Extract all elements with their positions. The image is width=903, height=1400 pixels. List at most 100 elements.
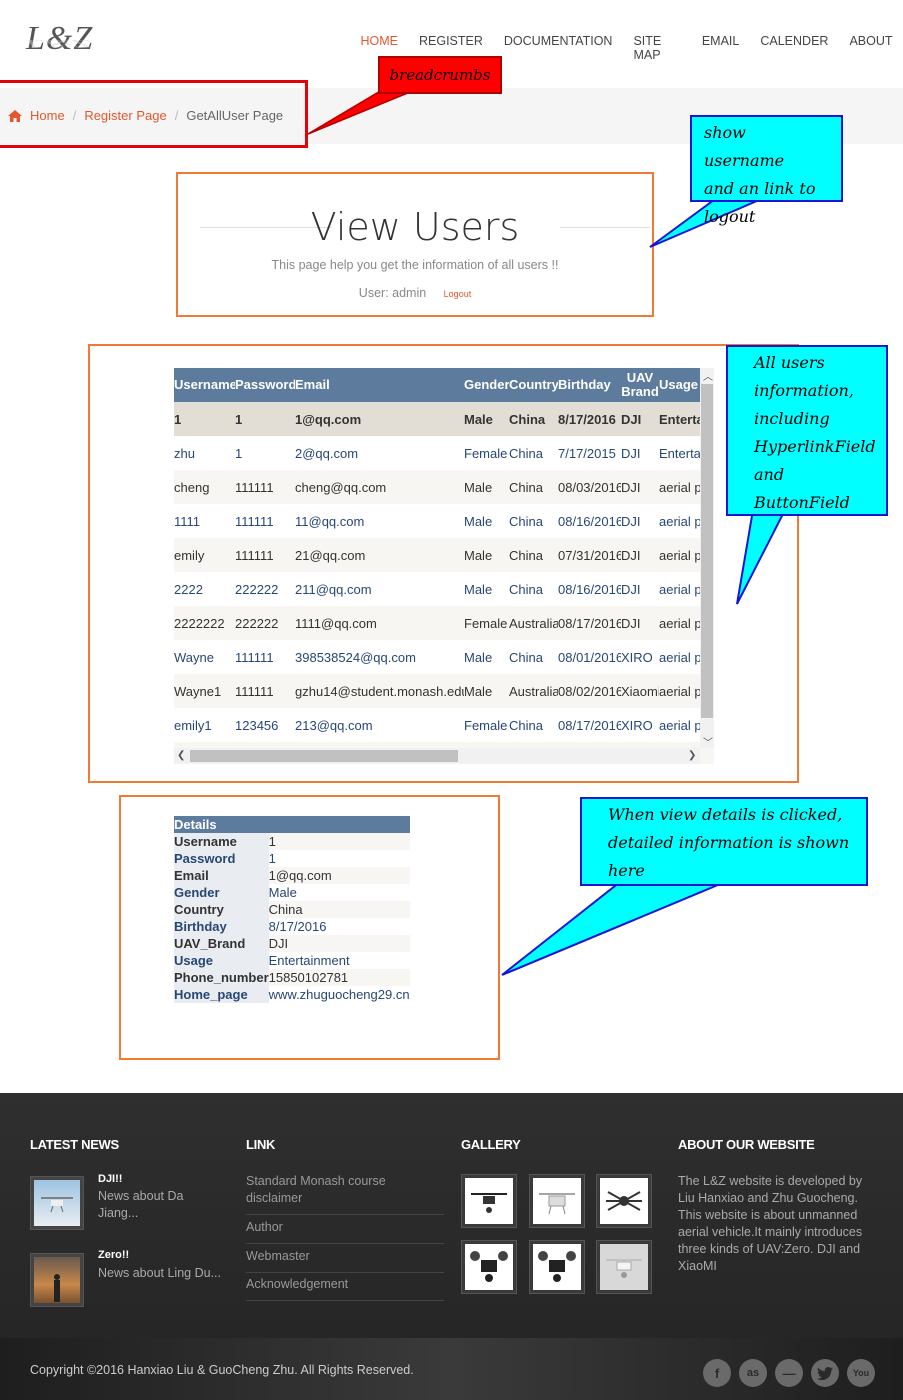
- nav-site-map[interactable]: SITE MAP: [623, 34, 691, 62]
- cell-email[interactable]: 213@qq.com: [295, 708, 464, 742]
- cell-username[interactable]: emily1: [174, 708, 235, 742]
- table-row[interactable]: 111@qq.comMaleChina8/17/2016DJIEntertain…: [174, 402, 714, 436]
- cell-password: 1: [235, 436, 295, 470]
- cell-email[interactable]: 1@qq.com: [295, 402, 464, 436]
- site-logo[interactable]: L&Z L&Z: [26, 20, 116, 70]
- grid-horizontal-scroll-thumb[interactable]: [190, 750, 458, 762]
- grid-header-email[interactable]: Email: [295, 368, 464, 402]
- cell-email[interactable]: 1111@qq.com: [295, 606, 464, 640]
- footer-link-disclaimer[interactable]: Standard Monash course disclaimer: [246, 1173, 444, 1215]
- cell-uav-brand: DJI: [621, 606, 659, 640]
- grid-header-username[interactable]: Username: [174, 368, 235, 402]
- users-grid: Username Password Email Gender Country B…: [174, 368, 714, 764]
- details-field-label: Country: [174, 901, 269, 918]
- cell-country: China: [509, 572, 558, 606]
- table-row[interactable]: emily1 123456 213@qq.com Female China 08/17/2…: [174, 708, 714, 742]
- drone-icon: [606, 1259, 642, 1278]
- table-row[interactable]: Wayne1 111111 gzhu14@student.monash.edu Mal…: [174, 674, 714, 708]
- grid-header-country[interactable]: Country: [509, 368, 558, 402]
- grid-body: 111@qq.comMaleChina8/17/2016DJIEntertain…: [174, 402, 714, 764]
- users-callout-line: HyperlinkField: [754, 437, 876, 456]
- news-thumbnail-zero[interactable]: [30, 1253, 84, 1307]
- scroll-left-arrow[interactable]: ❮: [177, 750, 185, 761]
- cell-username[interactable]: 1111: [174, 504, 235, 538]
- details-callout-line: When view details is clicked,: [608, 805, 843, 824]
- details-row: Email 1@qq.com: [174, 867, 410, 884]
- gallery-thumb[interactable]: [529, 1240, 585, 1294]
- cell-email[interactable]: 21@qq.com: [295, 538, 464, 572]
- cell-uav-brand: DJI: [621, 470, 659, 504]
- footer-link-author[interactable]: Author: [246, 1219, 444, 1244]
- footer-link-acknowledgement[interactable]: Acknowledgement: [246, 1276, 444, 1301]
- details-field-label: UAV_Brand: [174, 935, 269, 952]
- table-row[interactable]: emily 111111 21@qq.com Male China 07/31/2016 D…: [174, 538, 714, 572]
- cell-password: 222222: [235, 606, 295, 640]
- gallery-thumb[interactable]: [596, 1174, 652, 1228]
- cell-email[interactable]: cheng@qq.com: [295, 470, 464, 504]
- drone-icon: [539, 1193, 575, 1215]
- table-row[interactable]: cheng 111111 cheng@qq.com Male China 08/03/20…: [174, 470, 714, 504]
- drone-icon: [41, 1197, 73, 1213]
- flickr-icon[interactable]: —: [775, 1359, 803, 1387]
- gallery-thumb[interactable]: [461, 1174, 517, 1228]
- scroll-up-arrow[interactable]: ︿: [703, 368, 713, 383]
- cell-username[interactable]: 2222: [174, 572, 235, 606]
- table-row[interactable]: 2222 222222 211@qq.com Male China 08/16/2016 D…: [174, 572, 714, 606]
- gallery-thumb[interactable]: [596, 1240, 652, 1294]
- cell-email[interactable]: 11@qq.com: [295, 504, 464, 538]
- users-grid-viewport[interactable]: Username Password Email Gender Country B…: [174, 368, 714, 764]
- grid-header-password[interactable]: Password: [235, 368, 295, 402]
- nav-calender[interactable]: CALENDER: [750, 34, 839, 62]
- cell-email[interactable]: 2@qq.com: [295, 436, 464, 470]
- cell-email[interactable]: 211@qq.com: [295, 572, 464, 606]
- nav-about[interactable]: ABOUT: [839, 34, 903, 62]
- scroll-right-arrow[interactable]: ❯: [688, 750, 696, 761]
- grid-header-birthday[interactable]: Birthday: [558, 368, 621, 402]
- gallery-thumb[interactable]: [529, 1174, 585, 1228]
- cell-username[interactable]: 2222222: [174, 606, 235, 640]
- grid-vertical-scroll-thumb[interactable]: [701, 384, 713, 718]
- lastfm-icon[interactable]: as: [739, 1359, 767, 1387]
- cell-username[interactable]: 1: [174, 402, 235, 436]
- nav-email[interactable]: EMAIL: [691, 34, 750, 62]
- table-row[interactable]: zhu 1 2@qq.com Female China 7/17/2015 DJI Enter…: [174, 436, 714, 470]
- cell-username[interactable]: Wayne1: [174, 674, 235, 708]
- cell-country: Australia: [509, 606, 558, 640]
- cell-uav-brand: DJI: [621, 538, 659, 572]
- table-row[interactable]: 2222222 222222 1111@qq.com Female Australia 0…: [174, 606, 714, 640]
- news-title[interactable]: DJI!!: [98, 1173, 122, 1185]
- footer-link-webmaster[interactable]: Webmaster: [246, 1248, 444, 1273]
- page-subtitle: This page help you get the information o…: [271, 258, 559, 272]
- facebook-icon[interactable]: f: [703, 1359, 731, 1387]
- scroll-down-arrow[interactable]: ﹀: [703, 734, 713, 749]
- logout-link[interactable]: Logout: [444, 289, 472, 299]
- youtube-icon[interactable]: You: [847, 1359, 875, 1387]
- cell-birthday: 08/01/2016: [558, 640, 621, 674]
- nav-documentation[interactable]: DOCUMENTATION: [493, 34, 623, 62]
- details-field-value: Entertainment: [268, 952, 410, 969]
- cell-gender: Male: [464, 402, 509, 436]
- table-row[interactable]: 1111 111111 11@qq.com Male China 08/16/2016 DJ…: [174, 504, 714, 538]
- table-row[interactable]: Wayne 111111 398538524@qq.com Male China 08/0…: [174, 640, 714, 674]
- cell-gender: Male: [464, 504, 509, 538]
- cell-email[interactable]: gzhu14@student.monash.edu: [295, 674, 464, 708]
- gallery-thumb[interactable]: [461, 1240, 517, 1294]
- cell-country: China: [509, 640, 558, 674]
- cell-gender: Female: [464, 708, 509, 742]
- details-field-label: Birthday: [174, 918, 269, 935]
- details-field-value: 1: [268, 850, 410, 867]
- cell-gender: Male: [464, 640, 509, 674]
- news-thumbnail-dji[interactable]: [30, 1176, 84, 1230]
- cell-username[interactable]: cheng: [174, 470, 235, 504]
- cell-username[interactable]: Wayne: [174, 640, 235, 674]
- cell-username[interactable]: emily: [174, 538, 235, 572]
- news-title[interactable]: Zero!!: [98, 1249, 129, 1261]
- logout-callout-line: logout: [704, 207, 756, 226]
- cell-uav-brand: DJI: [621, 504, 659, 538]
- grid-header-uav-brand[interactable]: UAV Brand: [621, 368, 659, 402]
- cell-email[interactable]: 398538524@qq.com: [295, 640, 464, 674]
- grid-header-gender[interactable]: Gender: [464, 368, 509, 402]
- cell-password: 123456: [235, 708, 295, 742]
- twitter-icon[interactable]: [811, 1359, 839, 1387]
- cell-username[interactable]: zhu: [174, 436, 235, 470]
